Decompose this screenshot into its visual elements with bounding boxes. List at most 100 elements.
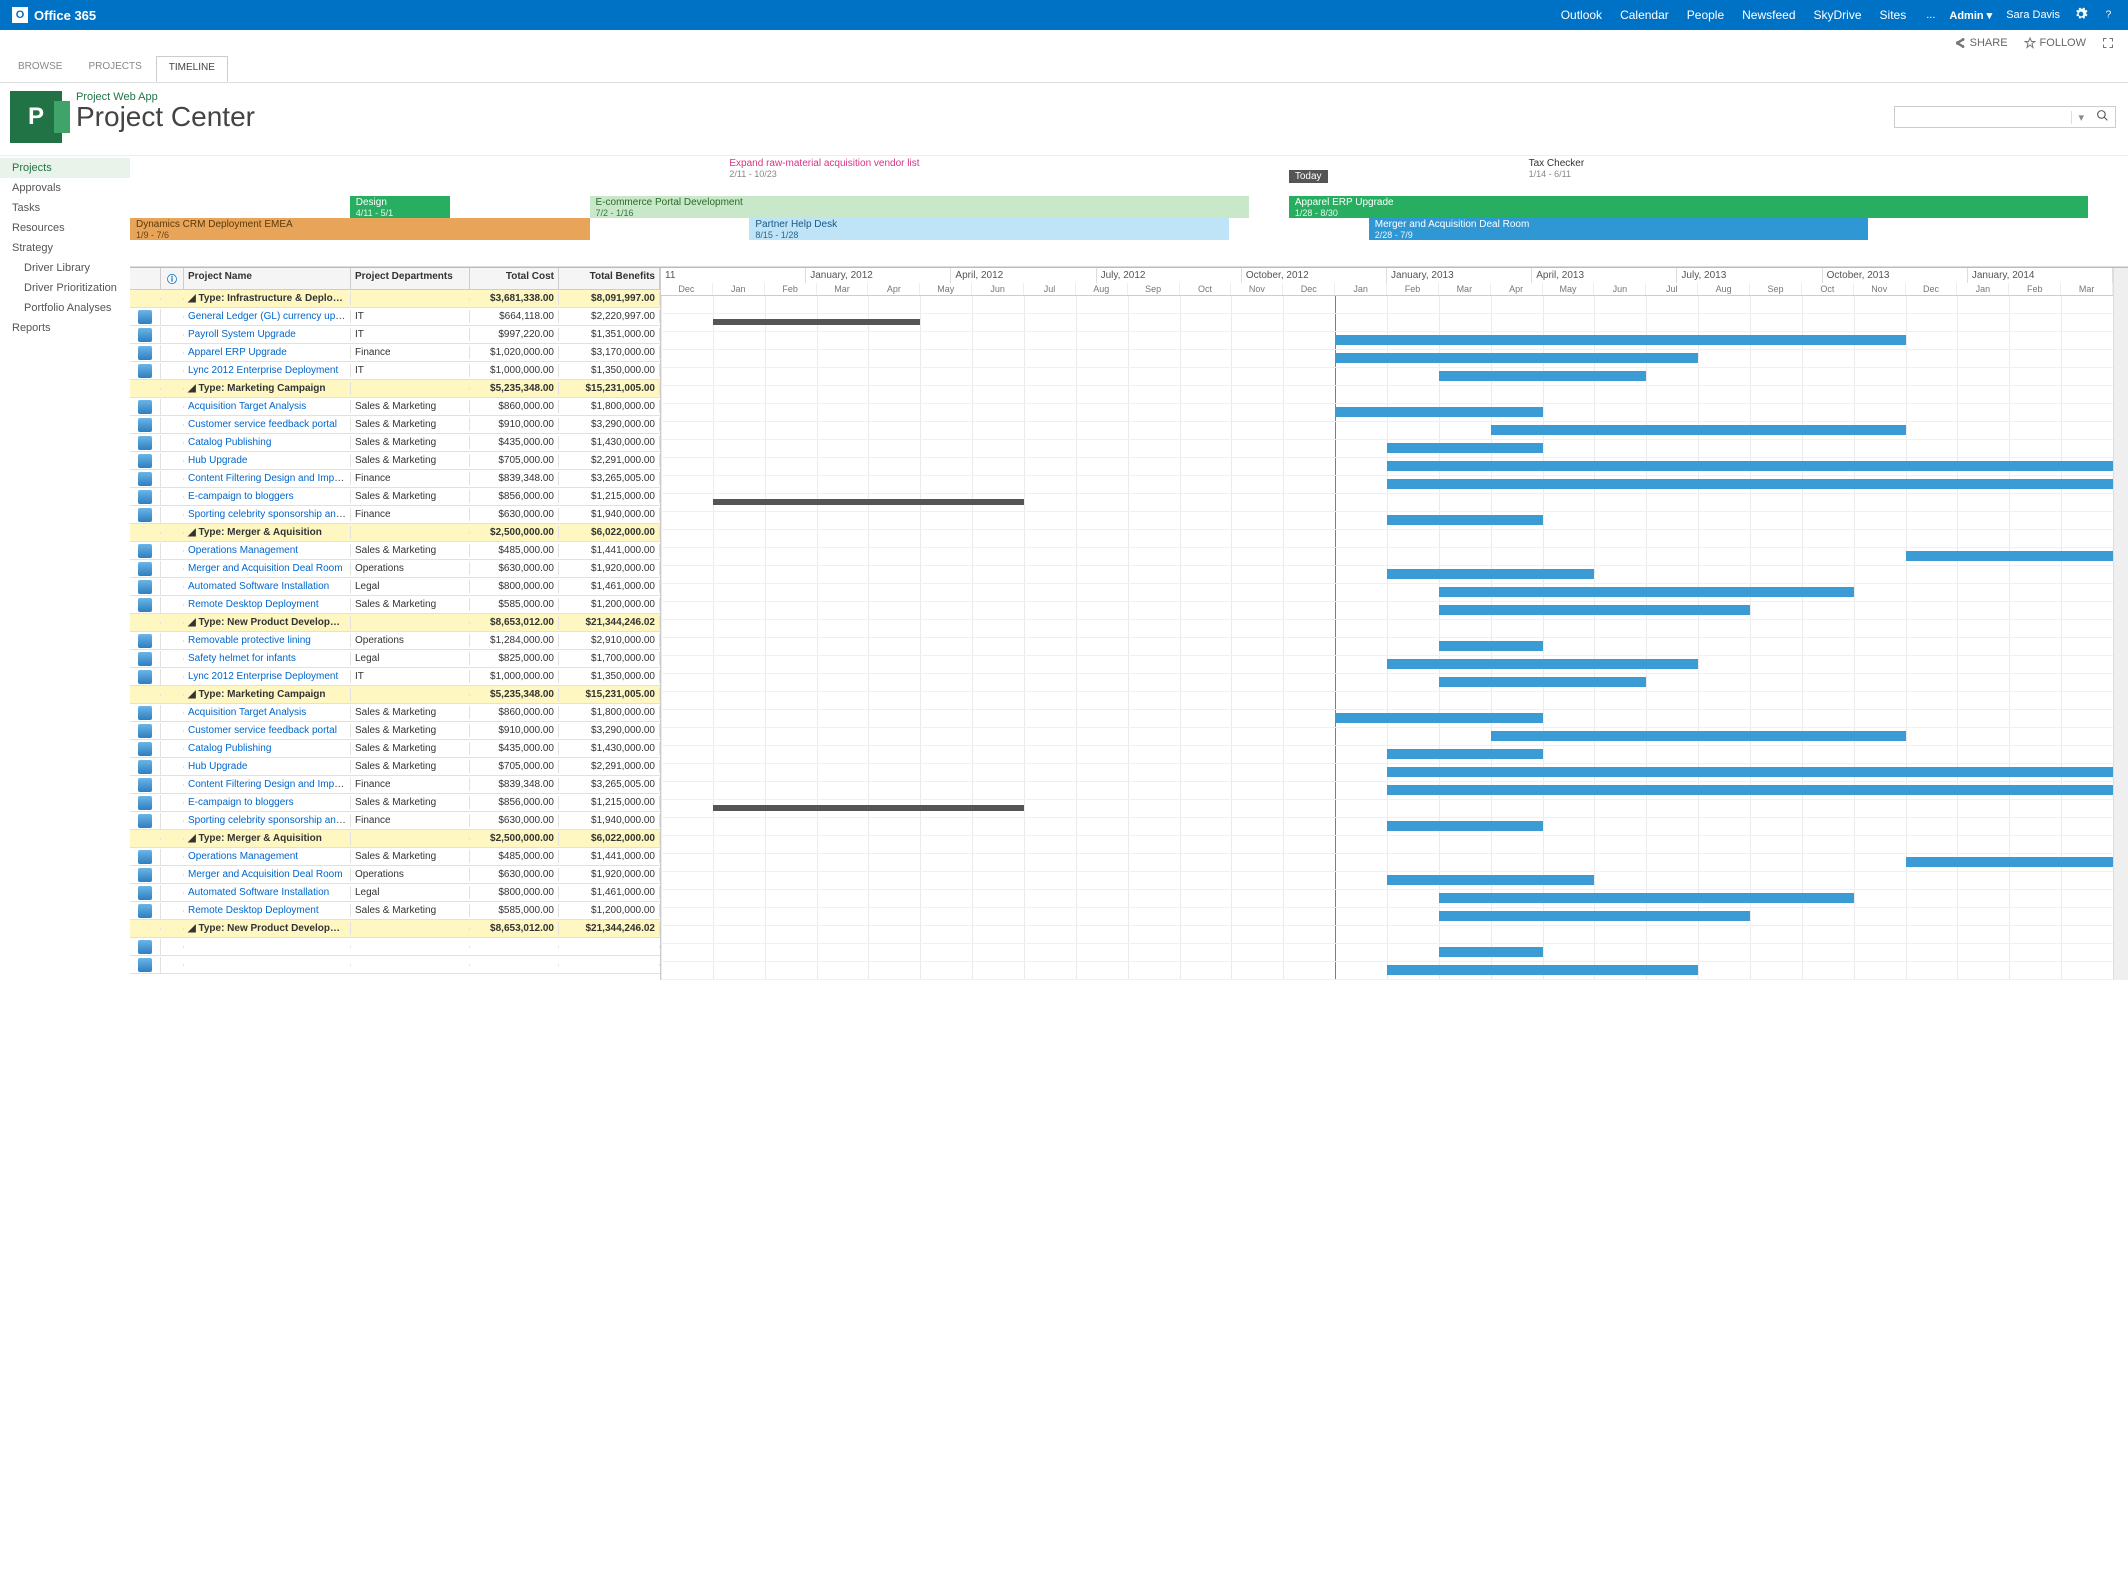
gantt-bar[interactable] bbox=[1439, 587, 1854, 597]
user-name[interactable]: Sara Davis bbox=[2006, 9, 2060, 21]
gantt-bar[interactable] bbox=[1335, 353, 1698, 363]
ribbon-tab-timeline[interactable]: TIMELINE bbox=[156, 56, 228, 82]
project-link[interactable]: Customer service feedback portal bbox=[188, 419, 337, 430]
grid-data-row[interactable]: Content Filtering Design and ImplemeFina… bbox=[130, 776, 660, 794]
grid-data-row[interactable]: Customer service feedback portalSales & … bbox=[130, 416, 660, 434]
sidenav-item-projects[interactable]: Projects bbox=[0, 158, 130, 178]
timeline-bar[interactable]: Dynamics CRM Deployment EMEA1/9 - 7/6 bbox=[130, 218, 590, 240]
grid-data-row[interactable]: Merger and Acquisition Deal RoomOperatio… bbox=[130, 560, 660, 578]
follow-button[interactable]: FOLLOW bbox=[2024, 37, 2086, 49]
sidenav-item-driver-prioritization[interactable]: Driver Prioritization bbox=[0, 278, 130, 298]
timeline-bar[interactable]: E-commerce Portal Development7/2 - 1/16 bbox=[590, 196, 1249, 218]
grid-data-row[interactable]: Sporting celebrity sponsorship and enFin… bbox=[130, 506, 660, 524]
grid-group-row[interactable]: ◢ Type: Merger & Aquisition$2,500,000.00… bbox=[130, 830, 660, 848]
sidenav-item-resources[interactable]: Resources bbox=[0, 218, 130, 238]
grid-data-row[interactable]: Acquisition Target AnalysisSales & Marke… bbox=[130, 398, 660, 416]
project-link[interactable]: Catalog Publishing bbox=[188, 437, 271, 448]
ribbon-tab-browse[interactable]: BROWSE bbox=[6, 56, 74, 82]
gantt-bar[interactable] bbox=[1439, 677, 1646, 687]
gantt-bar[interactable] bbox=[1439, 641, 1543, 651]
project-link[interactable]: E-campaign to bloggers bbox=[188, 491, 294, 502]
gantt-bar[interactable] bbox=[1387, 461, 2113, 471]
gantt-bar[interactable] bbox=[1335, 407, 1542, 417]
suite-link-newsfeed[interactable]: Newsfeed bbox=[1742, 8, 1795, 22]
timeline-bar[interactable]: Design4/11 - 5/1 bbox=[350, 196, 450, 218]
suite-more[interactable]: ... bbox=[1926, 9, 1935, 21]
gantt-bar[interactable] bbox=[713, 805, 1024, 811]
search-input[interactable] bbox=[1895, 111, 2071, 123]
gantt-bar[interactable] bbox=[1439, 893, 1854, 903]
col-info-icon[interactable]: ⓘ bbox=[161, 268, 184, 289]
project-link[interactable]: Lync 2012 Enterprise Deployment bbox=[188, 671, 338, 682]
grid-data-row[interactable]: Lync 2012 Enterprise DeploymentIT$1,000,… bbox=[130, 668, 660, 686]
gantt-bar[interactable] bbox=[1439, 947, 1543, 957]
gantt-bar[interactable] bbox=[1906, 857, 2113, 867]
project-link[interactable]: Acquisition Target Analysis bbox=[188, 707, 306, 718]
grid-data-row[interactable]: Merger and Acquisition Deal RoomOperatio… bbox=[130, 866, 660, 884]
grid-group-row[interactable]: ◢ Type: Marketing Campaign$5,235,348.00$… bbox=[130, 380, 660, 398]
gantt-bar[interactable] bbox=[1387, 767, 2113, 777]
sidenav-item-tasks[interactable]: Tasks bbox=[0, 198, 130, 218]
project-link[interactable]: Operations Management bbox=[188, 851, 298, 862]
project-link[interactable]: Catalog Publishing bbox=[188, 743, 271, 754]
grid-data-row[interactable]: E-campaign to bloggersSales & Marketing$… bbox=[130, 794, 660, 812]
project-link[interactable]: E-campaign to bloggers bbox=[188, 797, 294, 808]
search-icon[interactable] bbox=[2090, 109, 2115, 125]
grid-data-row[interactable]: Hub UpgradeSales & Marketing$705,000.00$… bbox=[130, 452, 660, 470]
grid-data-row[interactable]: E-campaign to bloggersSales & Marketing$… bbox=[130, 488, 660, 506]
sidenav-item-strategy[interactable]: Strategy bbox=[0, 238, 130, 258]
sidenav-item-reports[interactable]: Reports bbox=[0, 318, 130, 338]
grid-data-row[interactable]: Apparel ERP UpgradeFinance$1,020,000.00$… bbox=[130, 344, 660, 362]
gantt-bar[interactable] bbox=[1335, 713, 1542, 723]
grid-group-row[interactable]: ◢ Type: Marketing Campaign$5,235,348.00$… bbox=[130, 686, 660, 704]
gantt-bar[interactable] bbox=[1387, 965, 1698, 975]
gantt-bar[interactable] bbox=[1491, 731, 1906, 741]
grid-data-row[interactable] bbox=[130, 938, 660, 956]
brand[interactable]: O Office 365 bbox=[12, 7, 96, 23]
project-link[interactable]: Hub Upgrade bbox=[188, 761, 247, 772]
grid-group-row[interactable]: ◢ Type: Merger & Aquisition$2,500,000.00… bbox=[130, 524, 660, 542]
suite-link-calendar[interactable]: Calendar bbox=[1620, 8, 1669, 22]
suite-link-skydrive[interactable]: SkyDrive bbox=[1814, 8, 1862, 22]
gantt-bar[interactable] bbox=[1387, 659, 1698, 669]
project-link[interactable]: General Ledger (GL) currency update bbox=[188, 311, 351, 322]
gantt-bar[interactable] bbox=[1387, 569, 1594, 579]
gear-icon[interactable] bbox=[2074, 7, 2088, 24]
project-link[interactable]: Merger and Acquisition Deal Room bbox=[188, 563, 343, 574]
grid-data-row[interactable]: Customer service feedback portalSales & … bbox=[130, 722, 660, 740]
grid-data-row[interactable]: Removable protective liningOperations$1,… bbox=[130, 632, 660, 650]
grid-data-row[interactable]: Safety helmet for infantsLegal$825,000.0… bbox=[130, 650, 660, 668]
gantt-bar[interactable] bbox=[1335, 335, 1905, 345]
project-link[interactable]: Content Filtering Design and Impleme bbox=[188, 473, 351, 484]
project-link[interactable]: Remote Desktop Deployment bbox=[188, 905, 319, 916]
project-link[interactable]: Automated Software Installation bbox=[188, 887, 329, 898]
grid-data-row[interactable]: Remote Desktop DeploymentSales & Marketi… bbox=[130, 902, 660, 920]
project-link[interactable]: Acquisition Target Analysis bbox=[188, 401, 306, 412]
project-link[interactable]: Lync 2012 Enterprise Deployment bbox=[188, 365, 338, 376]
col-total-cost[interactable]: Total Cost bbox=[470, 268, 559, 289]
gantt-bar[interactable] bbox=[1387, 785, 2113, 795]
project-link[interactable]: Sporting celebrity sponsorship and en bbox=[188, 509, 351, 520]
suite-link-sites[interactable]: Sites bbox=[1880, 8, 1907, 22]
sidenav-item-portfolio-analyses[interactable]: Portfolio Analyses bbox=[0, 298, 130, 318]
gantt-bar[interactable] bbox=[1387, 875, 1594, 885]
project-link[interactable]: Safety helmet for infants bbox=[188, 653, 296, 664]
timeline-bar[interactable]: Apparel ERP Upgrade1/28 - 8/30 bbox=[1289, 196, 2088, 218]
project-link[interactable]: Automated Software Installation bbox=[188, 581, 329, 592]
grid-data-row[interactable]: Automated Software InstallationLegal$800… bbox=[130, 578, 660, 596]
gantt-bar[interactable] bbox=[1906, 551, 2113, 561]
gantt-bar[interactable] bbox=[1387, 479, 2113, 489]
sidenav-item-driver-library[interactable]: Driver Library bbox=[0, 258, 130, 278]
suite-link-people[interactable]: People bbox=[1687, 8, 1724, 22]
ribbon-tab-projects[interactable]: PROJECTS bbox=[76, 56, 153, 82]
fullscreen-button[interactable] bbox=[2102, 37, 2114, 49]
project-link[interactable]: Operations Management bbox=[188, 545, 298, 556]
suite-admin[interactable]: Admin ▾ bbox=[1949, 9, 1992, 22]
gantt-bar[interactable] bbox=[713, 319, 920, 325]
grid-data-row[interactable]: Lync 2012 Enterprise DeploymentIT$1,000,… bbox=[130, 362, 660, 380]
grid-group-row[interactable]: ◢ Type: Infrastructure & Deployment$3,68… bbox=[130, 290, 660, 308]
grid-data-row[interactable]: Hub UpgradeSales & Marketing$705,000.00$… bbox=[130, 758, 660, 776]
grid-group-row[interactable]: ◢ Type: New Product Development$8,653,01… bbox=[130, 614, 660, 632]
search-dropdown-icon[interactable]: ▾ bbox=[2071, 111, 2090, 124]
grid-data-row[interactable]: Payroll System UpgradeIT$997,220.00$1,35… bbox=[130, 326, 660, 344]
